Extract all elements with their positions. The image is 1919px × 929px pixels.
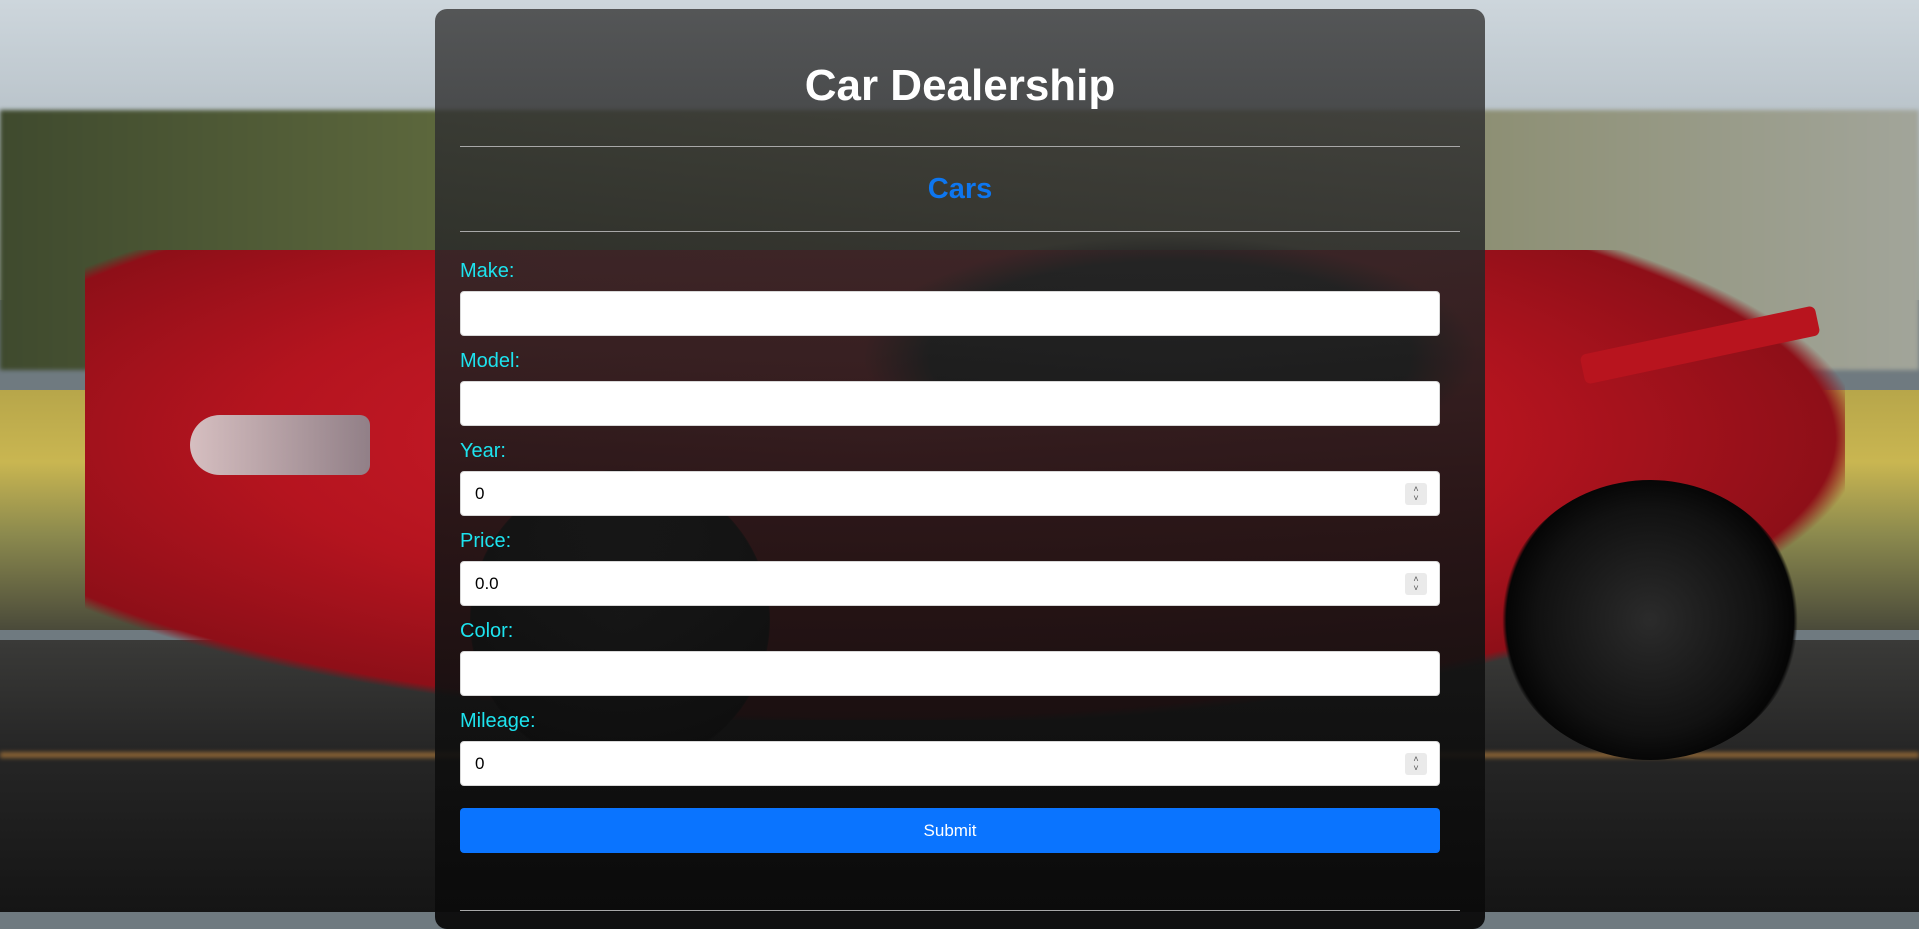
mileage-label: Mileage: — [460, 710, 536, 732]
divider — [460, 146, 1460, 147]
year-label: Year: — [460, 440, 506, 462]
model-label: Model: — [460, 350, 521, 372]
price-label: Price: — [460, 530, 512, 552]
mileage-field[interactable]: 0 ˄ ˅ — [460, 741, 1440, 786]
color-label: Color: — [460, 620, 514, 642]
mileage-value: 0 — [475, 753, 485, 773]
year-field[interactable]: 0 ˄ ˅ — [460, 471, 1440, 516]
year-value: 0 — [475, 483, 485, 503]
up-down-chevron-icon[interactable]: ˄ ˅ — [1405, 483, 1427, 505]
model-field[interactable] — [460, 381, 1440, 426]
page-title: Car Dealership — [804, 61, 1116, 110]
form-card: Car Dealership Cars Make: Model: Year: 0… — [435, 9, 1485, 929]
up-down-chevron-icon[interactable]: ˄ ˅ — [1405, 573, 1427, 595]
background-car-rear-wheel — [1500, 480, 1800, 760]
divider — [460, 231, 1460, 232]
price-value: 0.0 — [475, 573, 499, 593]
up-down-chevron-icon[interactable]: ˄ ˅ — [1405, 753, 1427, 775]
make-label: Make: — [460, 260, 515, 282]
make-field[interactable] — [460, 291, 1440, 336]
divider — [460, 910, 1460, 911]
background-car-headlight — [190, 415, 370, 475]
price-field[interactable]: 0.0 ˄ ˅ — [460, 561, 1440, 606]
section-title: Cars — [927, 173, 993, 205]
submit-button[interactable]: Submit — [460, 808, 1440, 853]
color-field[interactable] — [460, 651, 1440, 696]
